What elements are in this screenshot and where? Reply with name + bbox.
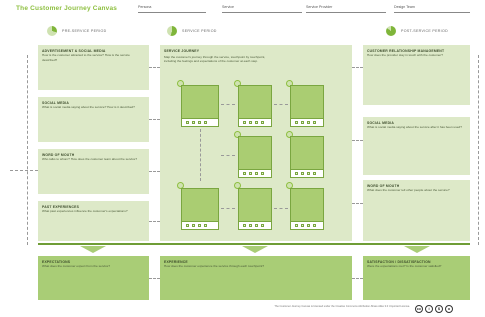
canvas-title: The Customer Journey Canvas <box>16 5 118 12</box>
flow-arrow <box>221 104 235 105</box>
box-text: How does the customer experience the ser… <box>164 264 265 268</box>
cc-icon: cc <box>415 305 423 313</box>
connector <box>352 67 363 68</box>
by-icon: i <box>425 305 433 313</box>
header-field-service: Service <box>222 5 234 9</box>
box-social-media-pre[interactable]: SOCIAL MEDIA What is social media saying… <box>38 97 149 142</box>
flow-arrow <box>221 208 235 209</box>
right-guide-line <box>478 55 479 245</box>
flow-arrow <box>221 155 235 156</box>
connector <box>352 278 363 279</box>
header-field-team: Design Team <box>394 5 415 9</box>
box-text-2: including the feelings and expectations … <box>164 59 258 63</box>
touchpoint-card-2[interactable] <box>238 85 272 127</box>
team-line[interactable] <box>394 12 470 13</box>
down-arrow-service <box>242 246 268 253</box>
touchpoint-card-3[interactable] <box>290 85 324 127</box>
post-service-pie-icon <box>386 26 396 36</box>
left-guide-arrow <box>10 170 38 171</box>
touchpoint-card-7[interactable] <box>238 188 272 230</box>
column-head-service: SERVICE PERIOD <box>182 29 217 33</box>
flow-arrow <box>200 129 201 181</box>
touchpoint-card-6[interactable] <box>181 188 219 230</box>
box-crm[interactable]: CUSTOMER RELATIONSHIP MANAGEMENT How doe… <box>363 45 470 105</box>
box-title: SERVICE JOURNEY <box>164 49 200 53</box>
header-field-provider: Service Provider <box>306 5 333 9</box>
connector <box>149 119 160 120</box>
box-text: What past experiences influence the cust… <box>42 209 128 213</box>
service-pie-icon <box>167 26 177 36</box>
box-satisfaction[interactable]: SATISFACTION / DISSATISFACTION Were the … <box>363 256 470 300</box>
touchpoint-card-5[interactable] <box>290 136 324 178</box>
pre-service-pie-icon <box>47 26 57 36</box>
service-line[interactable] <box>222 12 302 13</box>
box-text: How is the customer attracted to the ser… <box>42 53 130 62</box>
column-head-post: POST-SERVICE PERIOD <box>401 29 448 33</box>
nc-icon: $ <box>435 305 443 313</box>
connector <box>149 67 160 68</box>
connector <box>352 203 363 204</box>
timeline-line <box>38 243 470 245</box>
box-advertisement[interactable]: ADVERTISEMENT & SOCIAL MEDIA How is the … <box>38 45 149 90</box>
box-text: Who talks to whom? How does the customer… <box>42 157 138 161</box>
license-text: The Customer Journey Canvas is licensed … <box>274 305 410 308</box>
box-social-media-post[interactable]: SOCIAL MEDIA What is social media saying… <box>363 117 470 175</box>
column-head-pre: PRE-SERVICE PERIOD <box>62 29 107 33</box>
box-text: What does the customer tell other people… <box>367 188 450 192</box>
header-field-persona: Persona <box>138 5 152 9</box>
touchpoint-card-4[interactable] <box>238 136 272 178</box>
box-text: What is social media saying about the se… <box>42 105 135 109</box>
box-text: How does the provider stay in touch with… <box>367 53 444 57</box>
box-expectations[interactable]: EXPECTATIONS What does the customer expe… <box>38 256 149 300</box>
connector <box>149 278 160 279</box>
connector <box>352 140 363 141</box>
down-arrow-pre <box>80 246 106 253</box>
box-word-of-mouth-pre[interactable]: WORD OF MOUTH Who talks to whom? How doe… <box>38 149 149 194</box>
flow-arrow <box>274 208 288 209</box>
connector <box>149 221 160 222</box>
box-past-experiences[interactable]: PAST EXPERIENCES What past experiences i… <box>38 201 149 241</box>
provider-line[interactable] <box>306 12 386 13</box>
box-text: Were the expectations met? Is the custom… <box>367 264 442 268</box>
connector <box>149 171 160 172</box>
box-text: What does the customer expect from the s… <box>42 264 111 268</box>
left-guide-line <box>27 55 28 245</box>
box-word-of-mouth-post[interactable]: WORD OF MOUTH What does the customer tel… <box>363 180 470 241</box>
persona-line[interactable] <box>138 12 206 13</box>
down-arrow-post <box>404 246 430 253</box>
box-text: What is social media saying about the se… <box>367 125 462 129</box>
sa-icon: o <box>445 305 453 313</box>
box-experience[interactable]: EXPERIENCE How does the customer experie… <box>160 256 352 300</box>
touchpoint-card-8[interactable] <box>290 188 324 230</box>
touchpoint-card-1[interactable] <box>181 85 219 127</box>
flow-arrow <box>274 104 288 105</box>
